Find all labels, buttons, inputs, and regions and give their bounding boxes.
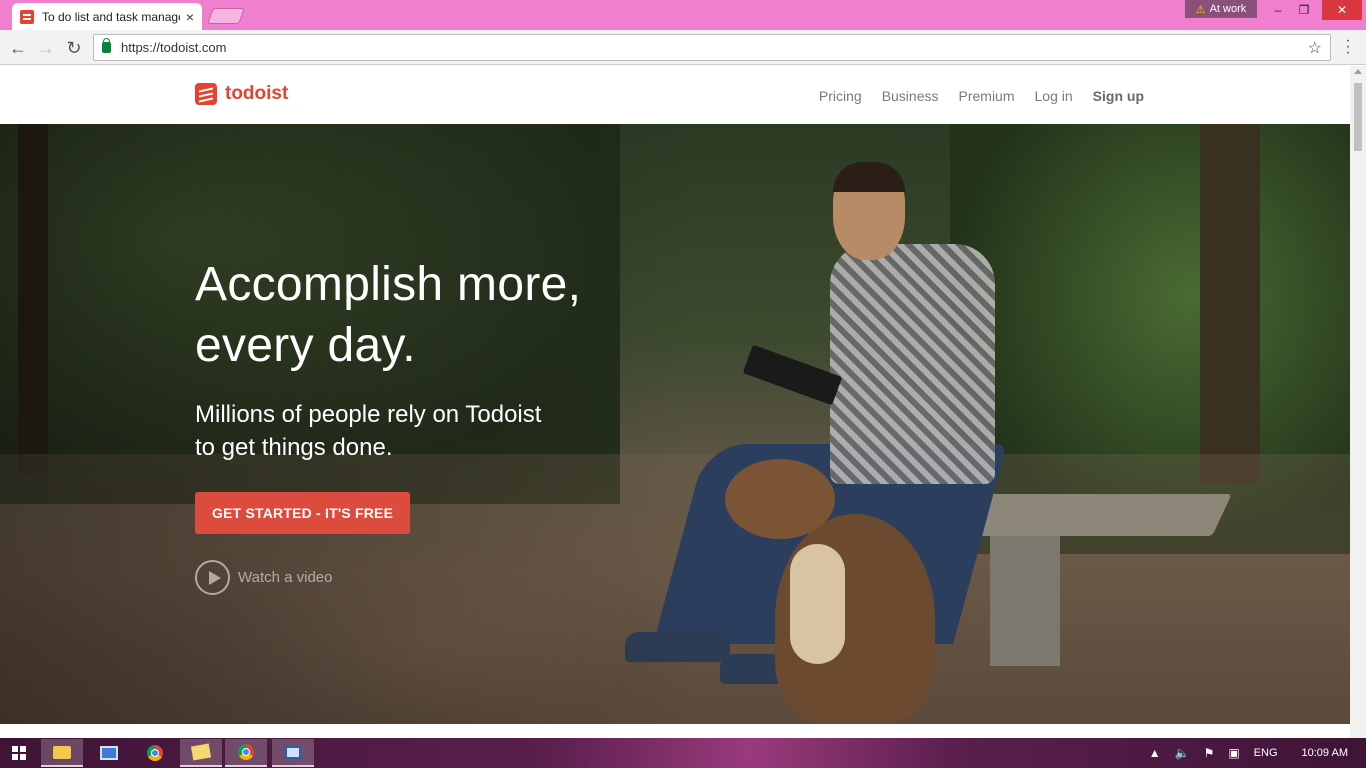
taskbar-remote-desktop[interactable]	[88, 739, 130, 767]
todoist-favicon-icon	[20, 9, 34, 24]
profile-badge[interactable]: ⚠ At work	[1185, 0, 1257, 18]
hero-content: Accomplish more, every day. Millions of …	[195, 254, 755, 595]
windows-start-icon[interactable]	[12, 746, 26, 760]
chrome-icon	[238, 744, 254, 760]
taskbar-file-explorer[interactable]	[41, 739, 83, 767]
hero-section: Accomplish more, every day. Millions of …	[0, 124, 1350, 724]
tab-title: To do list and task manager	[42, 9, 180, 24]
maximize-button[interactable]: ❐	[1290, 0, 1318, 20]
flag-icon[interactable]: ⚑	[1204, 746, 1215, 760]
chrome-icon	[147, 745, 163, 761]
browser-toolbar: ← → ↻ https://todoist.com ☆ · · ·	[0, 30, 1366, 65]
todoist-logo-icon	[195, 83, 217, 105]
watch-video-label: Watch a video	[238, 569, 333, 586]
nav-premium-link[interactable]: Premium	[959, 88, 1015, 104]
hero-subhead: Millions of people rely on Todoist to ge…	[195, 398, 755, 464]
taskbar-window-app[interactable]	[272, 739, 314, 767]
taskbar-chrome-active[interactable]	[225, 739, 267, 767]
reload-button[interactable]: ↻	[62, 36, 86, 60]
windows-taskbar: ▲ 🔈 ⚑ ▣ ENG 10:09 AM	[0, 738, 1366, 768]
close-window-button[interactable]: ✕	[1322, 0, 1362, 20]
taskbar-chrome[interactable]	[134, 739, 176, 767]
taskbar-sticky-notes[interactable]	[180, 739, 222, 767]
site-nav: Pricing Business Premium Log in Sign up	[819, 88, 1144, 104]
scroll-up-arrow-icon[interactable]	[1354, 69, 1362, 74]
language-indicator[interactable]: ENG	[1254, 747, 1278, 759]
profile-label: At work	[1209, 3, 1247, 15]
hero-headline: Accomplish more, every day.	[195, 254, 755, 376]
nav-business-link[interactable]: Business	[882, 88, 939, 104]
hero-headline-line2: every day.	[195, 319, 416, 372]
address-bar[interactable]: https://todoist.com ☆	[93, 34, 1331, 61]
warning-icon: ⚠	[1195, 3, 1206, 16]
site-header: todoist Pricing Business Premium Log in …	[0, 66, 1350, 124]
get-started-button[interactable]: GET STARTED - IT'S FREE	[195, 492, 411, 534]
hero-headline-line1: Accomplish more,	[195, 258, 582, 311]
window-icon	[285, 745, 301, 759]
folder-icon	[53, 745, 71, 759]
secure-lock-icon	[102, 38, 111, 53]
volume-icon[interactable]: 🔈	[1175, 746, 1190, 760]
network-icon[interactable]: ▣	[1228, 746, 1239, 760]
nav-signup-link[interactable]: Sign up	[1093, 88, 1144, 104]
page-viewport: todoist Pricing Business Premium Log in …	[0, 66, 1350, 738]
clock[interactable]: 10:09 AM	[1302, 747, 1348, 759]
nav-pricing-link[interactable]: Pricing	[819, 88, 862, 104]
new-tab-button[interactable]	[207, 8, 245, 24]
hero-subhead-line1: Millions of people rely on Todoist	[195, 401, 542, 428]
url-text: https://todoist.com	[121, 40, 227, 55]
play-icon	[195, 560, 230, 595]
page-scrollbar[interactable]	[1350, 66, 1366, 738]
todoist-logo[interactable]: todoist	[195, 83, 288, 105]
tab-close-icon[interactable]: ×	[186, 9, 194, 25]
browser-titlebar: To do list and task manager × ⚠ At work …	[0, 0, 1366, 30]
scroll-thumb[interactable]	[1354, 83, 1362, 151]
hero-subhead-line2: to get things done.	[195, 434, 393, 461]
sticky-notes-icon	[190, 743, 212, 761]
minimize-button[interactable]: –	[1264, 0, 1292, 20]
system-tray: ▲ 🔈 ⚑ ▣ ENG 10:09 AM	[1149, 738, 1366, 768]
logo-text: todoist	[225, 83, 289, 104]
bookmark-star-icon[interactable]: ☆	[1308, 38, 1322, 58]
watch-video-link[interactable]: Watch a video	[195, 560, 755, 595]
browser-tab[interactable]: To do list and task manager ×	[12, 3, 202, 30]
forward-button[interactable]: →	[34, 36, 58, 60]
browser-menu-icon[interactable]: · · ·	[1343, 33, 1353, 61]
remote-desktop-icon	[100, 746, 118, 760]
chevron-up-icon[interactable]: ▲	[1149, 746, 1161, 760]
back-button[interactable]: ←	[6, 36, 30, 60]
nav-login-link[interactable]: Log in	[1035, 88, 1073, 104]
